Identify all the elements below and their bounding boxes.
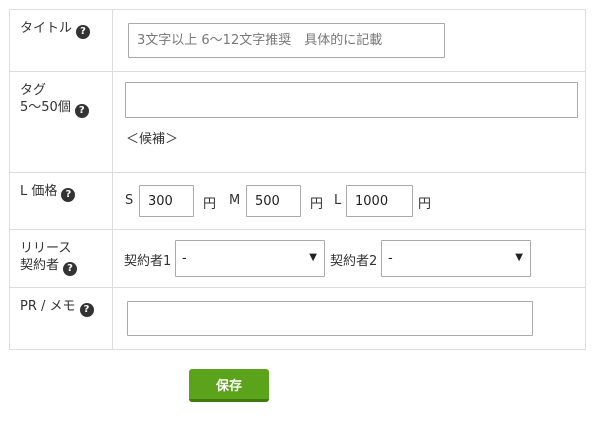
pr-memo-input[interactable] [127,301,533,336]
title-help-icon[interactable]: ? [76,25,91,39]
price-s-unit: 円 [203,197,217,212]
pr-field-cell [112,287,586,350]
pr-label-cell: PR / メモ? [9,287,113,350]
price-size-s-label: S [125,193,134,208]
item-form: タイトル? タグ 5～50個? ＜候補＞ L 価格? S 円 [9,9,586,350]
price-s-input[interactable] [139,185,194,217]
contractor1-select[interactable]: - ▼ [175,240,325,277]
price-field-cell: S 円 M 円 L 円 [112,172,586,230]
tag-row: タグ 5～50個? ＜候補＞ [9,71,586,173]
price-l-unit: 円 [418,197,432,212]
contractor1-selected-value: - [182,251,187,266]
title-label-cell: タイトル? [9,9,113,72]
tag-input[interactable] [125,82,578,118]
tag-label: タグ [20,83,47,98]
contractor1-label: 契約者1 [124,254,172,269]
price-m-unit: 円 [310,197,324,212]
title-label: タイトル [20,21,73,36]
release-label-cell: リリース 契約者? [9,229,113,288]
release-field-cell: 契約者1 - ▼ 契約者2 - ▼ [112,229,586,288]
title-input[interactable] [128,23,445,58]
pr-label: PR / メモ [20,299,76,314]
release-row: リリース 契約者? 契約者1 - ▼ 契約者2 - ▼ [9,229,586,288]
price-size-l-label: L [334,193,342,208]
pr-help-icon[interactable]: ? [79,303,94,317]
price-m-input[interactable] [246,185,301,217]
title-field-cell [112,9,586,72]
chevron-down-icon: ▼ [515,252,523,263]
price-label-cell: L 価格? [9,172,113,230]
chevron-down-icon: ▼ [309,252,317,263]
tag-label-cell: タグ 5～50個? [9,71,113,173]
tag-candidates-label: ＜候補＞ [126,132,179,147]
price-help-icon[interactable]: ? [61,188,76,202]
pr-row: PR / メモ? [9,287,586,350]
price-row: L 価格? S 円 M 円 L 円 [9,172,586,230]
release-label: リリース [20,241,72,256]
tag-count-label: 5～50個 [20,100,71,115]
release-help-icon[interactable]: ? [63,262,78,276]
price-size-m-label: M [229,193,241,208]
contractor2-label: 契約者2 [330,254,378,269]
title-row: タイトル? [9,9,586,72]
contractor2-select[interactable]: - ▼ [381,240,531,277]
tag-field-cell: ＜候補＞ [112,71,586,173]
save-button[interactable]: 保存 [189,369,269,402]
contractor2-selected-value: - [388,251,393,266]
price-l-input[interactable] [346,185,413,217]
tag-help-icon[interactable]: ? [74,104,89,118]
contractor-label: 契約者 [20,258,60,273]
price-label: L 価格 [20,184,58,199]
